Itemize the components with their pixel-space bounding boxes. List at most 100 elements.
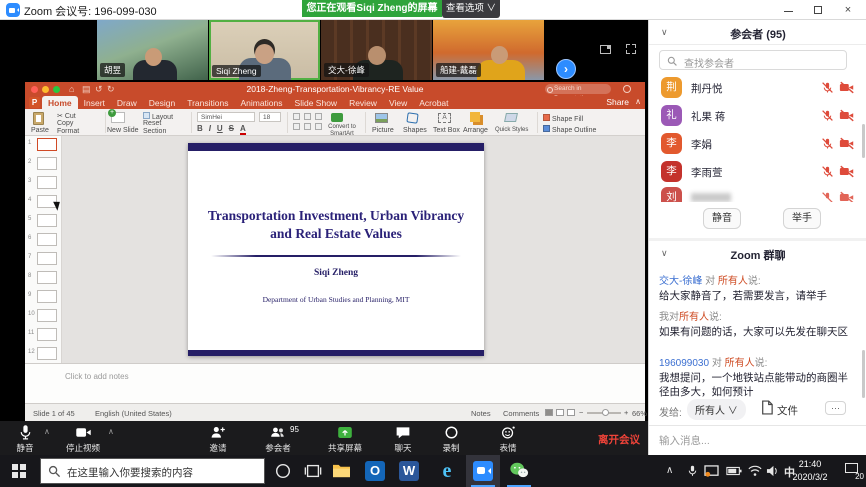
redo-icon[interactable]: ↻ <box>107 83 115 95</box>
maximize-button[interactable] <box>810 2 826 18</box>
tab-view[interactable]: View <box>383 96 413 109</box>
wechat-button[interactable] <box>502 455 536 487</box>
slideshow-view-button[interactable] <box>567 409 575 416</box>
ppt-share-button[interactable]: Share <box>606 97 629 107</box>
zoom-taskbar-button[interactable] <box>466 455 500 487</box>
participant-row[interactable]: 礼 礼果 蒋 <box>649 104 866 130</box>
bullets-icon[interactable] <box>293 113 300 120</box>
edge-button[interactable]: e <box>430 455 464 487</box>
file-explorer-button[interactable] <box>324 455 358 487</box>
slide-thumbnail[interactable] <box>37 328 57 341</box>
close-button[interactable]: × <box>840 2 856 18</box>
picture-button[interactable]: Picture <box>372 127 394 134</box>
send-to-select[interactable]: 所有人 ∨ <box>687 399 746 420</box>
tray-expand-icon[interactable]: ∧ <box>666 465 673 476</box>
raise-hand-button[interactable]: 举手 <box>783 208 821 229</box>
zoom-slider[interactable] <box>587 412 621 414</box>
mac-zoom-button[interactable] <box>53 86 60 93</box>
zoom-out-button[interactable]: − <box>579 408 583 417</box>
participant-row[interactable]: 李 李娟 <box>649 132 866 158</box>
participant-row[interactable]: 荆 荆丹悦 <box>649 76 866 102</box>
fullscreen-icon[interactable] <box>626 44 636 54</box>
invite-button[interactable]: 邀请 <box>191 424 245 454</box>
copy-button[interactable]: Copy <box>57 120 73 127</box>
feedback-smiley-icon[interactable] <box>623 85 631 93</box>
slide-thumbnail[interactable] <box>37 271 57 284</box>
slide-thumbnail[interactable] <box>37 233 57 246</box>
zoom-in-button[interactable]: + <box>624 408 628 417</box>
stop-video-button[interactable]: 停止视频 <box>56 424 110 454</box>
chat-more-button[interactable]: ··· <box>825 401 846 415</box>
align-center-icon[interactable] <box>304 123 311 130</box>
reactions-button[interactable]: 表情 <box>481 424 535 454</box>
participants-search-input[interactable]: 查找参会者 <box>659 50 847 70</box>
slide-thumbnail[interactable] <box>37 309 57 322</box>
task-view-button[interactable] <box>304 462 322 480</box>
tray-mic-icon[interactable] <box>686 464 699 478</box>
word-button[interactable]: W <box>392 455 426 487</box>
language-status[interactable]: English (United States) <box>95 409 172 418</box>
slide-sorter-view-button[interactable] <box>556 409 564 416</box>
shape-fill-button[interactable]: Shape Fill <box>543 114 583 123</box>
save-icon[interactable]: ▤ <box>82 83 91 95</box>
section-button[interactable]: Section <box>143 128 166 135</box>
shapes-button[interactable]: Shapes <box>403 127 427 134</box>
indent-icon[interactable] <box>315 113 322 120</box>
view-options-button[interactable]: 查看选项 ∨ <box>442 0 500 18</box>
arrange-button[interactable]: Arrange <box>463 127 488 134</box>
tray-volume-icon[interactable] <box>766 465 779 477</box>
font-color-button[interactable]: A <box>240 124 246 135</box>
video-tile[interactable]: 胡昱 <box>97 20 208 80</box>
next-videos-button[interactable]: › <box>556 59 576 79</box>
tab-home[interactable]: Home <box>42 96 78 109</box>
leave-meeting-button[interactable]: 离开会议 <box>598 432 640 447</box>
video-options-chevron[interactable]: ∧ <box>108 427 114 436</box>
tab-animations[interactable]: Animations <box>234 96 288 109</box>
numbering-icon[interactable] <box>304 113 311 120</box>
chat-scrollbar[interactable] <box>862 350 865 398</box>
participants-scrollbar[interactable] <box>862 124 865 158</box>
mute-all-button[interactable]: 静音 <box>703 208 741 229</box>
tab-slide-show[interactable]: Slide Show <box>289 96 344 109</box>
slide-thumbnail[interactable] <box>37 214 57 227</box>
chat-button[interactable]: 聊天 <box>376 424 430 454</box>
tray-cast-icon[interactable] <box>704 465 719 478</box>
align-right-icon[interactable] <box>315 123 322 130</box>
video-tile-active-speaker[interactable]: Siqi Zheng <box>209 20 320 80</box>
file-button[interactable]: 文件 <box>777 403 798 418</box>
start-button[interactable] <box>12 464 26 478</box>
tab-insert[interactable]: Insert <box>78 96 111 109</box>
video-tile[interactable]: 交大-徐峰 <box>321 20 432 80</box>
notes-toggle[interactable]: Notes <box>471 409 491 418</box>
ppt-search-input[interactable]: Search in Presentation <box>545 84 611 94</box>
share-screen-button[interactable]: 共享屏幕 <box>318 424 372 454</box>
cortana-button[interactable] <box>274 462 292 480</box>
collapse-ribbon-icon[interactable]: ∧ <box>635 97 641 106</box>
font-size-select[interactable]: 18 <box>259 112 281 122</box>
slide-thumbnail-selected[interactable] <box>37 138 57 151</box>
quick-styles-button[interactable]: Quick Styles <box>495 127 528 133</box>
align-left-icon[interactable] <box>293 123 300 130</box>
reset-button[interactable]: Reset <box>143 120 161 127</box>
new-slide-button[interactable]: New Slide <box>107 127 139 134</box>
participant-row-clipped[interactable]: 刘 <box>649 186 866 202</box>
mute-options-chevron[interactable]: ∧ <box>44 427 50 436</box>
zoom-percentage[interactable]: 66% <box>632 409 647 418</box>
tab-acrobat[interactable]: Acrobat <box>413 96 454 109</box>
minimize-button[interactable] <box>780 2 796 18</box>
mac-minimize-button[interactable] <box>42 86 49 93</box>
cut-button[interactable]: ✂ Cut <box>57 112 76 120</box>
slide-thumbnail[interactable] <box>37 347 57 360</box>
font-name-select[interactable]: SimHei <box>197 112 255 122</box>
mac-close-button[interactable] <box>31 86 38 93</box>
tab-design[interactable]: Design <box>143 96 181 109</box>
underline-button[interactable]: U <box>217 124 223 133</box>
taskbar-clock[interactable]: 21:40 2020/3/2 <box>780 458 840 484</box>
text-box-button[interactable]: Text Box <box>433 127 460 134</box>
bold-button[interactable]: B <box>197 124 203 133</box>
tab-review[interactable]: Review <box>343 96 383 109</box>
paste-button[interactable]: Paste <box>31 127 49 134</box>
action-center-button[interactable]: 20 <box>844 461 864 481</box>
taskbar-search-input[interactable]: 在这里输入你要搜索的内容 <box>40 458 265 484</box>
slide-thumbnail[interactable] <box>37 290 57 303</box>
